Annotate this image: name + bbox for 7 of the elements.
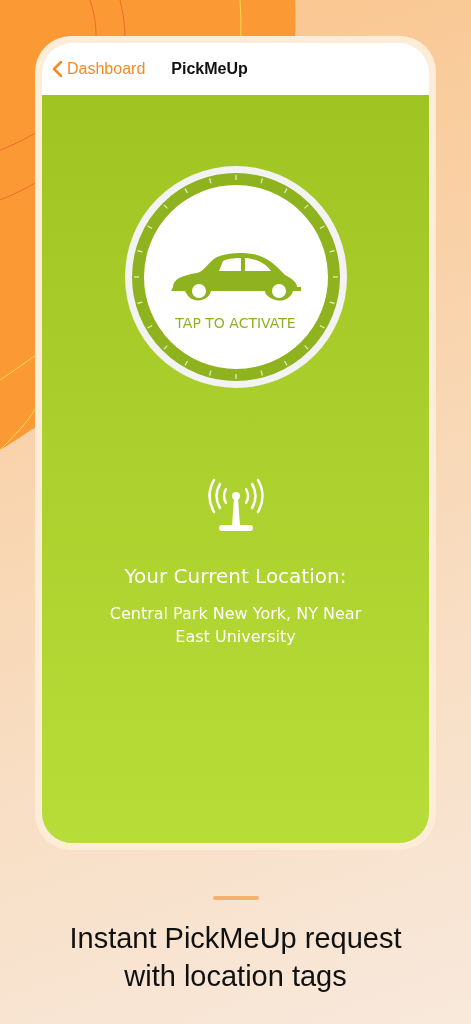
chevron-left-icon [52, 60, 63, 78]
location-heading: Your Current Location: [124, 564, 347, 588]
antenna-icon [206, 478, 265, 534]
tagline: Instant PickMeUp request with location tags [68, 921, 403, 994]
location-address: Central Park New York, NY Near East University [108, 603, 363, 649]
back-button[interactable]: Dashboard [52, 60, 146, 78]
screen-title: PickMeUp [171, 60, 248, 78]
